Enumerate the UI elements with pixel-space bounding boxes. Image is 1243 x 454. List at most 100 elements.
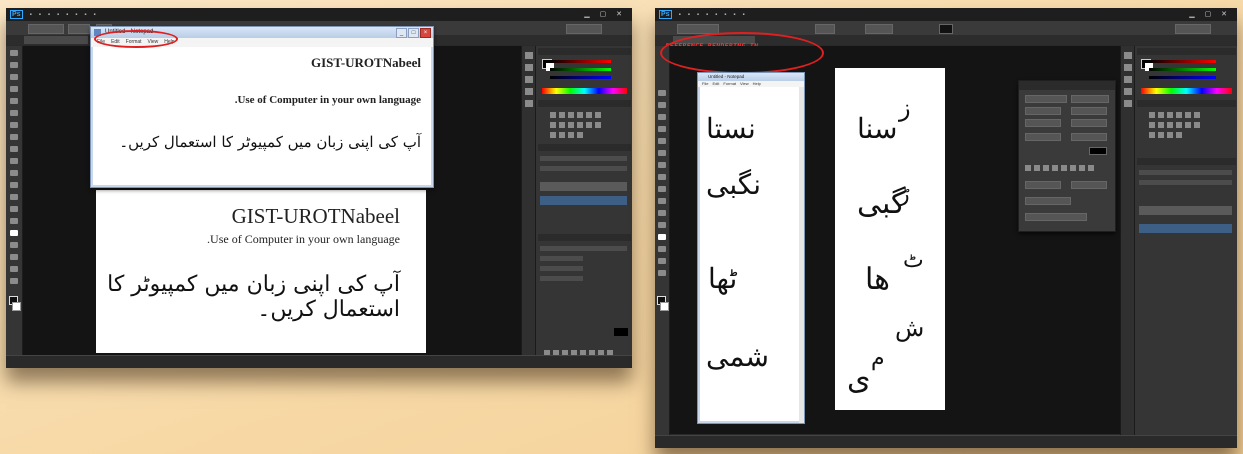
adjustment-icons[interactable] — [1149, 122, 1200, 128]
menu-item[interactable]: ▪ — [688, 12, 690, 18]
green-slider[interactable] — [1149, 68, 1216, 71]
red-slider[interactable] — [1149, 60, 1216, 63]
panel-icon[interactable] — [1124, 52, 1132, 59]
lock-row[interactable] — [540, 166, 627, 171]
pen-tool-icon[interactable] — [10, 218, 18, 224]
hand-tool-icon[interactable] — [658, 258, 666, 264]
background-layer-row[interactable] — [540, 196, 627, 205]
zoom-tool-icon[interactable] — [10, 278, 18, 284]
blend-mode-select[interactable] — [1139, 170, 1232, 175]
crop-tool-icon[interactable] — [10, 98, 18, 104]
font-family-select[interactable] — [1025, 95, 1067, 103]
crop-tool-icon[interactable] — [658, 138, 666, 144]
paragraph-option[interactable] — [1025, 213, 1087, 221]
workspace-select[interactable] — [1175, 24, 1211, 34]
menu-item[interactable]: ▪ — [679, 12, 681, 18]
paragraph-option[interactable] — [1025, 197, 1071, 205]
scale-field[interactable] — [540, 276, 583, 281]
kerning-field[interactable] — [540, 266, 583, 271]
menu-item[interactable]: ▪ — [715, 12, 717, 18]
menu-item[interactable]: ▪ — [706, 12, 708, 18]
panel-icon[interactable] — [1124, 76, 1132, 83]
document-tab[interactable] — [24, 36, 88, 44]
notepad-text-area[interactable]: GIST-UROTNabeel .Use of Computer in your… — [93, 47, 431, 185]
background-layer-row[interactable] — [1139, 224, 1232, 233]
path-select-tool-icon[interactable] — [10, 242, 18, 248]
panel-icon[interactable] — [1124, 88, 1132, 95]
color-spectrum[interactable] — [542, 88, 627, 94]
eyedropper-tool-icon[interactable] — [658, 150, 666, 156]
menu-item[interactable]: ▪ — [724, 12, 726, 18]
menu-item[interactable]: ▪ — [733, 12, 735, 18]
marquee-tool-icon[interactable] — [10, 62, 18, 68]
adjustment-icons[interactable] — [1149, 112, 1200, 118]
shape-tool-icon[interactable] — [658, 246, 666, 252]
font-style-select[interactable] — [1071, 95, 1109, 103]
history-brush-tool-icon[interactable] — [10, 158, 18, 164]
window-controls[interactable]: ▁ ▢ ✕ — [584, 10, 626, 18]
menu-item[interactable]: ▪ — [743, 12, 745, 18]
eraser-tool-icon[interactable] — [10, 170, 18, 176]
layers-panel-header[interactable] — [538, 144, 631, 151]
move-tool-icon[interactable] — [10, 50, 18, 56]
font-size-field[interactable] — [1025, 107, 1061, 115]
anti-alias-select[interactable] — [1071, 181, 1107, 189]
window-controls[interactable]: ▁ ▢ ✕ — [1189, 10, 1231, 18]
options-field[interactable] — [68, 24, 90, 34]
adjustment-icons[interactable] — [550, 132, 583, 138]
eyedropper-tool-icon[interactable] — [10, 110, 18, 116]
quick-select-tool-icon[interactable] — [658, 126, 666, 132]
color-panel-header[interactable] — [538, 48, 631, 55]
lasso-tool-icon[interactable] — [658, 114, 666, 120]
leading-field[interactable] — [1071, 107, 1107, 115]
lasso-tool-icon[interactable] — [10, 74, 18, 80]
menu-item[interactable]: ▪ — [75, 12, 77, 18]
text-color-swatch[interactable] — [614, 328, 628, 336]
text-color-box[interactable] — [939, 24, 953, 34]
font-family-select[interactable] — [540, 246, 627, 251]
text-layer-row[interactable] — [540, 182, 627, 191]
lock-row[interactable] — [1139, 180, 1232, 185]
panel-icon[interactable] — [525, 88, 533, 95]
menu-item[interactable]: ▪ — [697, 12, 699, 18]
color-panel-header[interactable] — [1137, 48, 1236, 55]
menu-item[interactable]: ▪ — [66, 12, 68, 18]
kerning-field[interactable] — [1025, 119, 1061, 127]
options-field[interactable] — [815, 24, 835, 34]
horizontal-scale-field[interactable] — [1071, 133, 1107, 141]
background-color-swatch[interactable] — [660, 302, 669, 311]
adjustments-panel-header[interactable] — [538, 100, 631, 107]
dodge-tool-icon[interactable] — [10, 206, 18, 212]
panel-icon[interactable] — [525, 76, 533, 83]
adjustment-icons[interactable] — [550, 122, 601, 128]
brush-tool-icon[interactable] — [658, 174, 666, 180]
language-select[interactable] — [1025, 181, 1061, 189]
blend-mode-select[interactable] — [540, 156, 627, 161]
brush-tool-icon[interactable] — [10, 134, 18, 140]
layers-panel-header[interactable] — [1137, 158, 1236, 165]
text-color-swatch[interactable] — [1089, 147, 1107, 155]
blur-tool-icon[interactable] — [10, 194, 18, 200]
text-layer-row[interactable] — [1139, 206, 1232, 215]
green-slider[interactable] — [550, 68, 611, 71]
healing-tool-icon[interactable] — [10, 122, 18, 128]
adjustment-icons[interactable] — [550, 112, 601, 118]
blue-slider[interactable] — [1149, 76, 1216, 79]
workspace-select[interactable] — [566, 24, 602, 34]
panel-icon[interactable] — [1124, 64, 1132, 71]
menu-item[interactable]: ▪ — [57, 12, 59, 18]
type-tool-icon[interactable] — [658, 234, 666, 240]
blue-slider[interactable] — [550, 76, 611, 79]
menu-item[interactable]: ▪ — [94, 12, 96, 18]
stamp-tool-icon[interactable] — [658, 186, 666, 192]
quick-select-tool-icon[interactable] — [10, 86, 18, 92]
zoom-tool-icon[interactable] — [658, 270, 666, 276]
hand-tool-icon[interactable] — [10, 266, 18, 272]
stamp-tool-icon[interactable] — [10, 146, 18, 152]
healing-tool-icon[interactable] — [658, 162, 666, 168]
notepad-titlebar[interactable]: Untitled - Notepad — [698, 73, 804, 81]
panel-icon[interactable] — [1124, 100, 1132, 107]
move-tool-icon[interactable] — [658, 90, 666, 96]
options-field[interactable] — [28, 24, 64, 34]
red-slider[interactable] — [550, 60, 611, 63]
